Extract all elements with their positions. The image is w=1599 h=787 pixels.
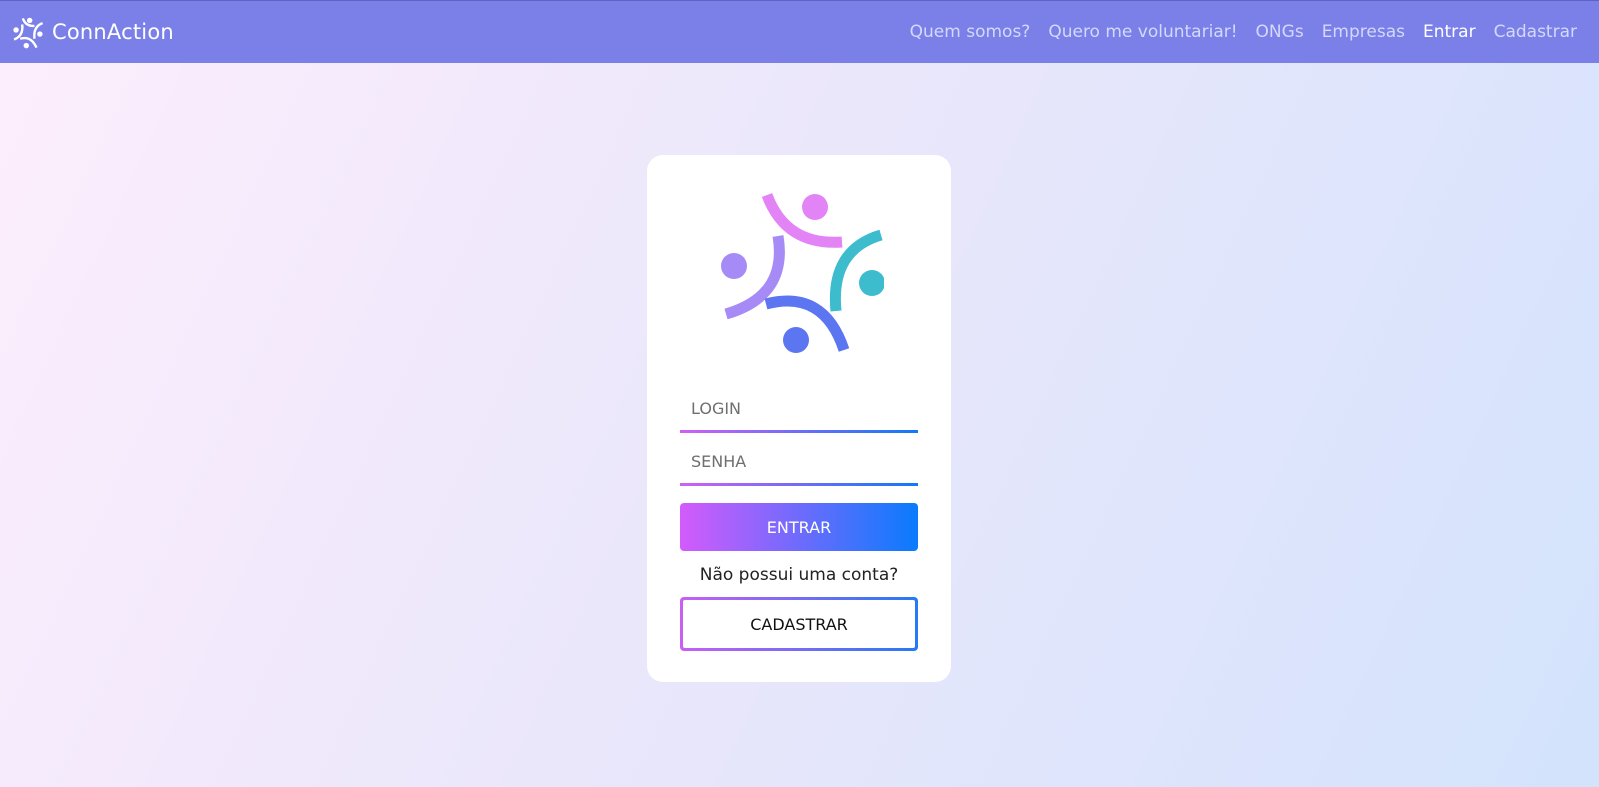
nav-link-entrar[interactable]: Entrar xyxy=(1423,22,1476,42)
nav-links: Quem somos? Quero me voluntariar! ONGs E… xyxy=(910,22,1577,42)
nav-link-ongs[interactable]: ONGs xyxy=(1256,22,1304,42)
top-navbar: ConnAction Quem somos? Quero me voluntar… xyxy=(0,0,1599,63)
senha-input[interactable] xyxy=(680,439,918,483)
login-card: ENTRAR Não possui uma conta? CADASTRAR xyxy=(647,155,951,682)
nav-link-quem-somos[interactable]: Quem somos? xyxy=(910,22,1031,42)
login-underline xyxy=(680,430,918,433)
entrar-button[interactable]: ENTRAR xyxy=(680,503,918,551)
login-field-wrapper xyxy=(680,386,918,433)
nav-link-cadastrar[interactable]: Cadastrar xyxy=(1494,22,1577,42)
senha-field-wrapper xyxy=(680,439,918,486)
nav-link-quero-me-voluntariar[interactable]: Quero me voluntariar! xyxy=(1048,22,1237,42)
nav-link-empresas[interactable]: Empresas xyxy=(1322,22,1405,42)
cadastrar-button-label: CADASTRAR xyxy=(683,600,915,648)
login-input[interactable] xyxy=(680,386,918,430)
cadastrar-button[interactable]: CADASTRAR xyxy=(680,597,918,651)
no-account-text: Não possui uma conta? xyxy=(699,565,899,585)
brand-link[interactable]: ConnAction xyxy=(12,15,174,49)
brand-name: ConnAction xyxy=(52,20,174,44)
connaction-logo-icon xyxy=(13,17,44,49)
connaction-logo-icon xyxy=(721,192,884,353)
senha-underline xyxy=(680,483,918,486)
